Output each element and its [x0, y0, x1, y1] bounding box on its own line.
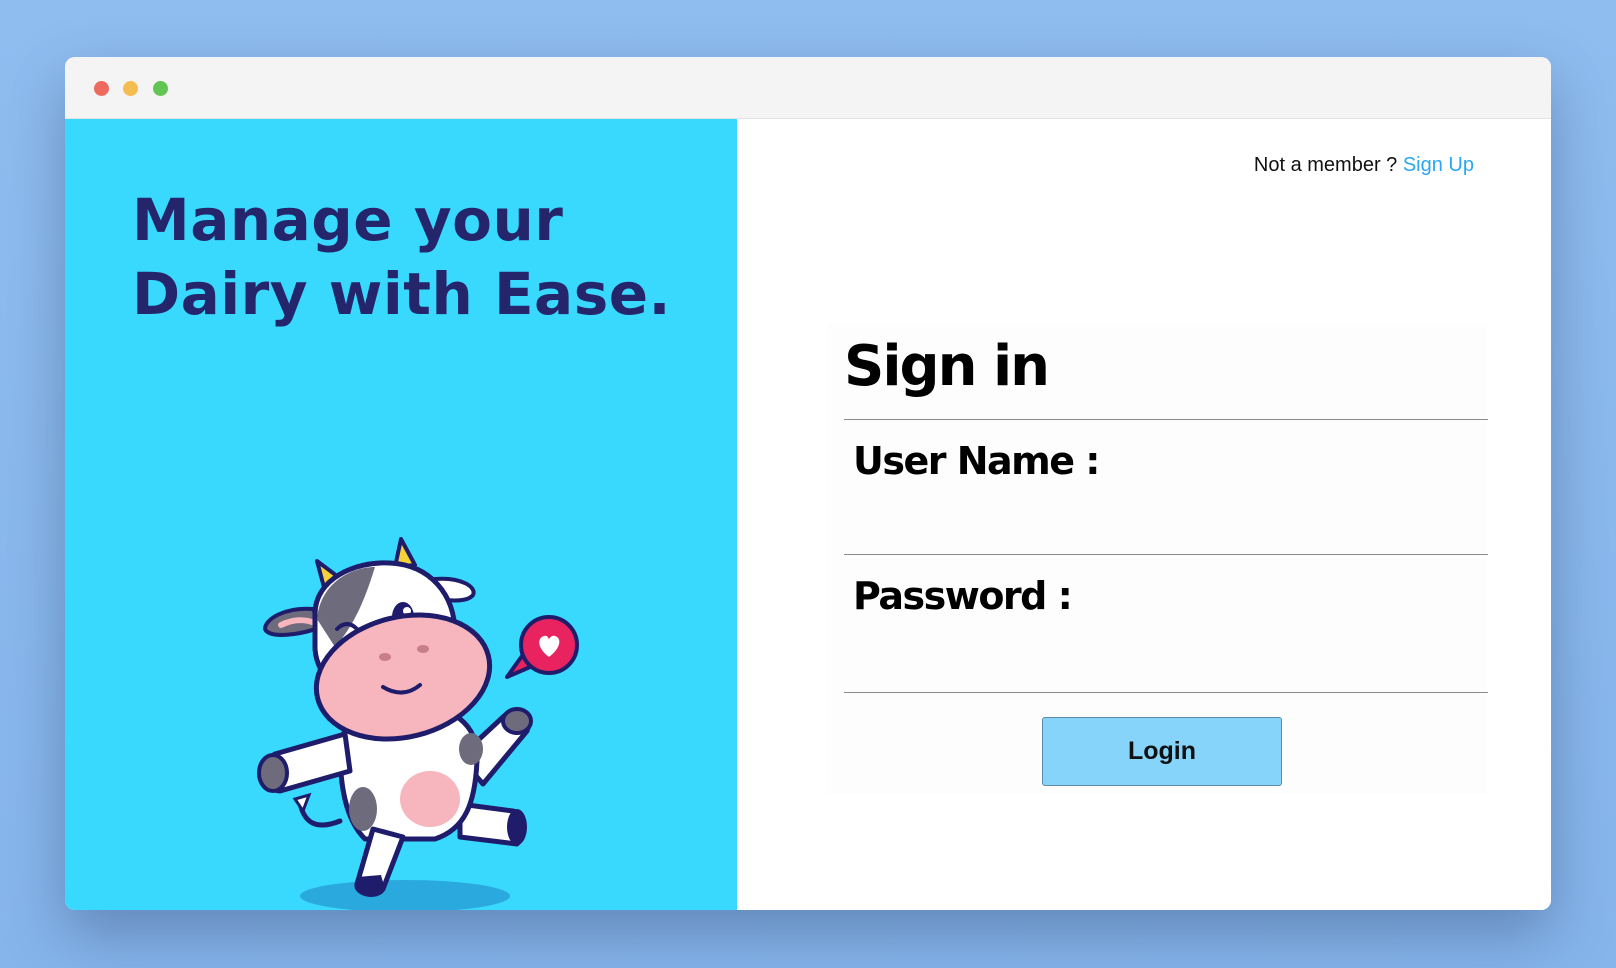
close-window-button[interactable]: [94, 81, 109, 96]
username-input[interactable]: [844, 509, 1488, 549]
cow-illustration-icon: [257, 537, 579, 910]
heart-bubble-icon: [505, 615, 579, 679]
hero-panel: Manage your Dairy with Ease.: [65, 119, 737, 910]
signup-prompt-text: Not a member ?: [1253, 154, 1398, 176]
signin-form: Sign in User Name : Password : Login: [827, 324, 1488, 794]
signin-title: Sign in: [844, 334, 1050, 399]
password-underline: [844, 692, 1488, 693]
hero-headline: Manage your Dairy with Ease.: [132, 186, 672, 328]
signup-prompt: Not a member ? Sign Up: [1254, 154, 1474, 177]
maximize-window-button[interactable]: [153, 81, 168, 96]
username-label: User Name :: [853, 439, 1100, 483]
title-divider: [844, 419, 1488, 420]
window-titlebar: [65, 57, 1551, 119]
signin-panel: Not a member ? Sign Up Sign in User Name…: [737, 119, 1551, 910]
browser-window: Manage your Dairy with Ease. Not a membe…: [65, 57, 1551, 910]
signup-link[interactable]: Sign Up: [1403, 154, 1474, 176]
password-label: Password :: [853, 574, 1073, 618]
password-input[interactable]: [844, 644, 1488, 684]
login-button[interactable]: Login: [1042, 717, 1282, 786]
minimize-window-button[interactable]: [123, 81, 138, 96]
username-underline: [844, 554, 1488, 555]
